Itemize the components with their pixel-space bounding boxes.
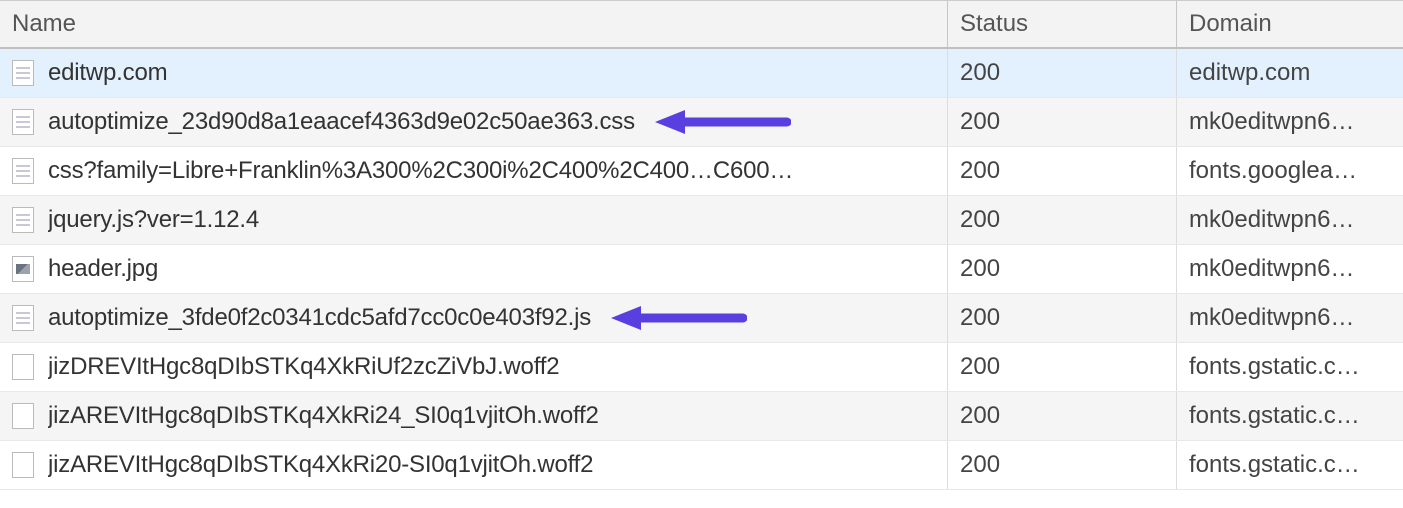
cell-status: 200 <box>948 49 1177 97</box>
document-file-icon <box>12 60 34 86</box>
file-name: autoptimize_23d90d8a1eaacef4363d9e02c50a… <box>48 108 635 136</box>
cell-status: 200 <box>948 343 1177 391</box>
document-file-icon <box>12 305 34 331</box>
table-row[interactable]: jquery.js?ver=1.12.4 200 mk0editwpn6… <box>0 196 1403 245</box>
file-name: jquery.js?ver=1.12.4 <box>48 206 259 234</box>
cell-status: 200 <box>948 245 1177 293</box>
table-row[interactable]: jizDREVItHgc8qDIbSTKq4XkRiUf2zcZiVbJ.wof… <box>0 343 1403 392</box>
status-value: 200 <box>960 108 1000 136</box>
status-value: 200 <box>960 402 1000 430</box>
domain-value: fonts.gstatic.c… <box>1189 353 1360 381</box>
status-value: 200 <box>960 157 1000 185</box>
image-file-icon <box>12 256 34 282</box>
font-file-icon <box>12 452 34 478</box>
cell-name[interactable]: jizAREVItHgc8qDIbSTKq4XkRi20-SI0q1vjitOh… <box>0 441 948 489</box>
cell-domain: fonts.gstatic.c… <box>1177 343 1403 391</box>
table-row[interactable]: autoptimize_23d90d8a1eaacef4363d9e02c50a… <box>0 98 1403 147</box>
status-value: 200 <box>960 206 1000 234</box>
table-row[interactable]: editwp.com 200 editwp.com <box>0 49 1403 98</box>
document-file-icon <box>12 109 34 135</box>
cell-domain: mk0editwpn6… <box>1177 294 1403 342</box>
file-name: editwp.com <box>48 59 167 87</box>
domain-value: mk0editwpn6… <box>1189 255 1354 283</box>
column-header-domain-label: Domain <box>1189 10 1272 38</box>
cell-domain: mk0editwpn6… <box>1177 196 1403 244</box>
table-row[interactable]: jizAREVItHgc8qDIbSTKq4XkRi24_SI0q1vjitOh… <box>0 392 1403 441</box>
table-row[interactable]: header.jpg 200 mk0editwpn6… <box>0 245 1403 294</box>
cell-name[interactable]: header.jpg <box>0 245 948 293</box>
domain-value: mk0editwpn6… <box>1189 108 1354 136</box>
column-header-name-label: Name <box>12 10 76 38</box>
table-row[interactable]: jizAREVItHgc8qDIbSTKq4XkRi20-SI0q1vjitOh… <box>0 441 1403 490</box>
cell-domain: fonts.gstatic.c… <box>1177 392 1403 440</box>
file-name: header.jpg <box>48 255 158 283</box>
cell-domain: fonts.gstatic.c… <box>1177 441 1403 489</box>
file-name: css?family=Libre+Franklin%3A300%2C300i%2… <box>48 157 793 185</box>
cell-name[interactable]: css?family=Libre+Franklin%3A300%2C300i%2… <box>0 147 948 195</box>
cell-domain: fonts.googlea… <box>1177 147 1403 195</box>
table-body: editwp.com 200 editwp.com autoptimize_23d90… <box>0 49 1403 490</box>
cell-name[interactable]: jizDREVItHgc8qDIbSTKq4XkRiUf2zcZiVbJ.wof… <box>0 343 948 391</box>
cell-name[interactable]: editwp.com <box>0 49 948 97</box>
domain-value: fonts.gstatic.c… <box>1189 451 1360 479</box>
document-file-icon <box>12 207 34 233</box>
cell-domain: editwp.com <box>1177 49 1403 97</box>
cell-domain: mk0editwpn6… <box>1177 245 1403 293</box>
table-header-row: Name Status Domain <box>0 0 1403 49</box>
cell-status: 200 <box>948 147 1177 195</box>
domain-value: mk0editwpn6… <box>1189 206 1354 234</box>
cell-status: 200 <box>948 196 1177 244</box>
file-name: jizAREVItHgc8qDIbSTKq4XkRi24_SI0q1vjitOh… <box>48 402 599 430</box>
cell-status: 200 <box>948 441 1177 489</box>
status-value: 200 <box>960 353 1000 381</box>
cell-status: 200 <box>948 294 1177 342</box>
domain-value: mk0editwpn6… <box>1189 304 1354 332</box>
status-value: 200 <box>960 304 1000 332</box>
domain-value: fonts.gstatic.c… <box>1189 402 1360 430</box>
annotation-arrow-icon <box>651 109 791 135</box>
network-table: Name Status Domain editwp.com200editwp.c… <box>0 0 1403 490</box>
cell-domain: mk0editwpn6… <box>1177 98 1403 146</box>
column-header-name[interactable]: Name <box>0 1 948 47</box>
column-header-status-label: Status <box>960 10 1028 38</box>
cell-name[interactable]: autoptimize_3fde0f2c0341cdc5afd7cc0c0e40… <box>0 294 948 342</box>
cell-name[interactable]: autoptimize_23d90d8a1eaacef4363d9e02c50a… <box>0 98 948 146</box>
font-file-icon <box>12 354 34 380</box>
cell-status: 200 <box>948 392 1177 440</box>
font-file-icon <box>12 403 34 429</box>
annotation-arrow-icon <box>607 305 747 331</box>
cell-name[interactable]: jizAREVItHgc8qDIbSTKq4XkRi24_SI0q1vjitOh… <box>0 392 948 440</box>
table-row[interactable]: css?family=Libre+Franklin%3A300%2C300i%2… <box>0 147 1403 196</box>
file-name: jizDREVItHgc8qDIbSTKq4XkRiUf2zcZiVbJ.wof… <box>48 353 559 381</box>
status-value: 200 <box>960 451 1000 479</box>
cell-name[interactable]: jquery.js?ver=1.12.4 <box>0 196 948 244</box>
domain-value: editwp.com <box>1189 59 1310 87</box>
domain-value: fonts.googlea… <box>1189 157 1357 185</box>
column-header-status[interactable]: Status <box>948 1 1177 47</box>
status-value: 200 <box>960 59 1000 87</box>
status-value: 200 <box>960 255 1000 283</box>
column-header-domain[interactable]: Domain <box>1177 1 1403 47</box>
table-row[interactable]: autoptimize_3fde0f2c0341cdc5afd7cc0c0e40… <box>0 294 1403 343</box>
document-file-icon <box>12 158 34 184</box>
file-name: autoptimize_3fde0f2c0341cdc5afd7cc0c0e40… <box>48 304 591 332</box>
cell-status: 200 <box>948 98 1177 146</box>
file-name: jizAREVItHgc8qDIbSTKq4XkRi20-SI0q1vjitOh… <box>48 451 593 479</box>
